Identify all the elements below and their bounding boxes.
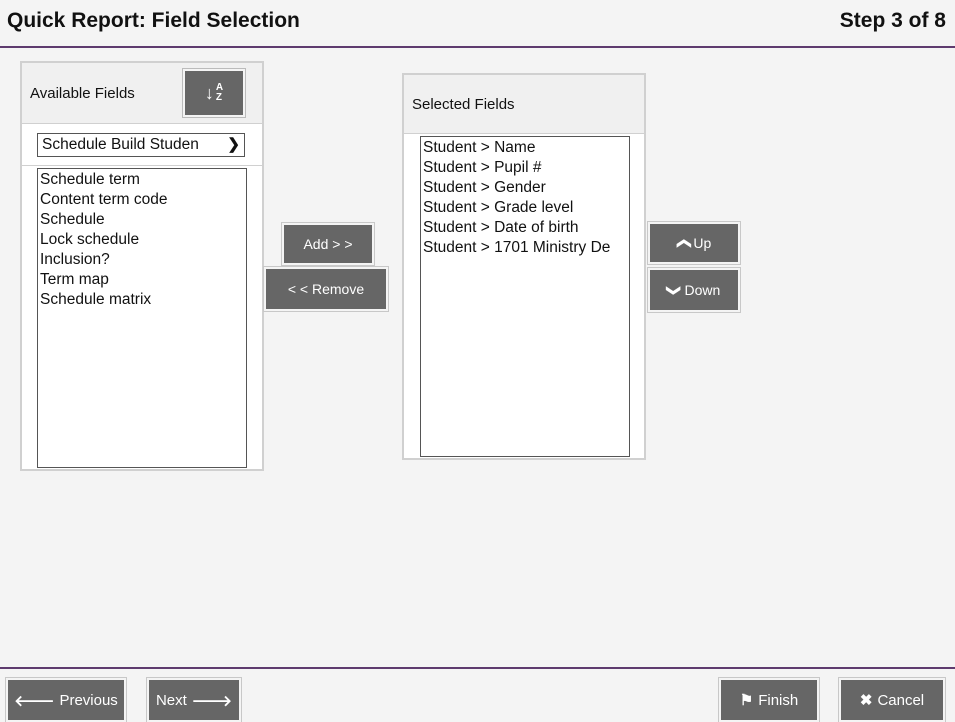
selected-fields-panel: Selected Fields Student > Name Student >… (402, 73, 646, 460)
page-title: Quick Report: Field Selection (7, 9, 300, 32)
selected-fields-title: Selected Fields (412, 96, 515, 113)
field-table-select[interactable]: Schedule Build Studen ❯ (37, 133, 245, 157)
list-item[interactable]: Schedule (40, 210, 246, 230)
list-item[interactable]: Student > 1701 Ministry De (423, 238, 629, 258)
arrow-right-icon: 🡒 (191, 692, 233, 710)
list-item[interactable]: Student > Grade level (423, 198, 629, 218)
chevron-down-icon: ❯ (227, 136, 240, 153)
finish-button[interactable]: ⚑ Finish (719, 678, 819, 722)
list-item[interactable]: Inclusion? (40, 250, 246, 270)
move-up-button[interactable]: ❯ Up (648, 222, 740, 264)
flag-icon: ⚑ (739, 692, 754, 709)
add-button[interactable]: Add > > (282, 223, 374, 265)
next-button[interactable]: Next 🡒 (147, 678, 241, 722)
sort-az-icon: ↓ A Z (204, 82, 224, 103)
step-indicator: Step 3 of 8 (839, 9, 946, 32)
list-item[interactable]: Student > Pupil # (423, 158, 629, 178)
close-icon: ✖ (859, 692, 873, 709)
divider (22, 165, 262, 166)
chevron-down-icon: ❯ (666, 284, 683, 296)
chevron-up-icon: ❯ (674, 237, 691, 249)
list-item[interactable]: Schedule term (40, 170, 246, 190)
footer-divider (0, 667, 955, 669)
available-fields-panel: Available Fields ↓ A Z Schedule Build Stud… (20, 61, 264, 471)
available-fields-header: Available Fields ↓ A Z (22, 63, 262, 124)
list-item[interactable]: Student > Date of birth (423, 218, 629, 238)
previous-button[interactable]: 🡐 Previous (6, 678, 126, 722)
sort-button[interactable]: ↓ A Z (183, 69, 245, 117)
selected-fields-list[interactable]: Student > Name Student > Pupil # Student… (420, 136, 630, 457)
cancel-button[interactable]: ✖ Cancel (839, 678, 945, 722)
move-down-button[interactable]: ❯ Down (648, 268, 740, 312)
list-item[interactable]: Content term code (40, 190, 246, 210)
remove-button[interactable]: < < Remove (264, 267, 388, 311)
list-item[interactable]: Student > Gender (423, 178, 629, 198)
available-fields-title: Available Fields (30, 85, 135, 102)
list-item[interactable]: Student > Name (423, 138, 629, 158)
selected-fields-header: Selected Fields (404, 75, 644, 134)
arrow-left-icon: 🡐 (14, 692, 55, 710)
page-header: Quick Report: Field Selection Step 3 of … (0, 0, 955, 48)
available-fields-list[interactable]: Schedule term Content term code Schedule… (37, 168, 247, 468)
list-item[interactable]: Schedule matrix (40, 290, 246, 310)
list-item[interactable]: Lock schedule (40, 230, 246, 250)
list-item[interactable]: Term map (40, 270, 246, 290)
